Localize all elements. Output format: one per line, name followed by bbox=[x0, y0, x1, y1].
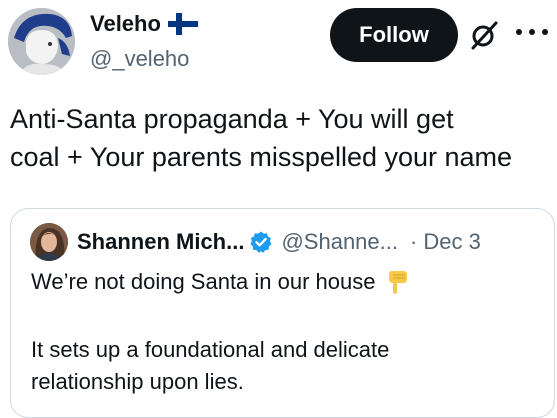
follow-button[interactable]: Follow bbox=[330, 8, 458, 62]
quoted-date[interactable]: Dec 3 bbox=[423, 226, 480, 258]
tweet-text: Anti-Santa propaganda + You will get coa… bbox=[10, 100, 555, 176]
finland-flag-icon bbox=[167, 13, 198, 35]
quoted-display-name[interactable]: Shannen Mich... bbox=[77, 226, 244, 258]
author-handle[interactable]: @_veleho bbox=[90, 45, 189, 73]
backhand-index-pointing-down-icon bbox=[388, 271, 407, 294]
dot bbox=[542, 29, 548, 35]
author-display-name[interactable]: Veleho bbox=[90, 10, 161, 38]
separator-dot: · bbox=[410, 229, 418, 254]
dot bbox=[516, 29, 522, 35]
quoted-author-avatar bbox=[30, 223, 68, 261]
quoted-text-line: It sets up a foundational and delicate bbox=[31, 337, 390, 362]
author-avatar[interactable] bbox=[8, 8, 75, 75]
more-options-icon[interactable] bbox=[516, 22, 548, 42]
author-name[interactable]: Veleho bbox=[90, 10, 198, 38]
quoted-text-line: We’re not doing Santa in our house bbox=[31, 266, 410, 298]
quoted-text: We’re not doing Santa in our house bbox=[31, 269, 376, 294]
verified-badge-icon bbox=[250, 231, 272, 253]
tweet-text-line: coal + Your parents misspelled your name bbox=[10, 142, 513, 172]
quoted-text-line: relationship upon lies. bbox=[31, 369, 244, 394]
quoted-header: Shannen Mich... @Shanne... · Dec 3 bbox=[77, 226, 481, 258]
tweet-text-line: Anti-Santa propaganda + You will get bbox=[10, 104, 454, 134]
grok-icon[interactable] bbox=[469, 20, 499, 50]
dot bbox=[529, 29, 535, 35]
quoted-handle[interactable]: @Shanne... bbox=[281, 226, 398, 258]
